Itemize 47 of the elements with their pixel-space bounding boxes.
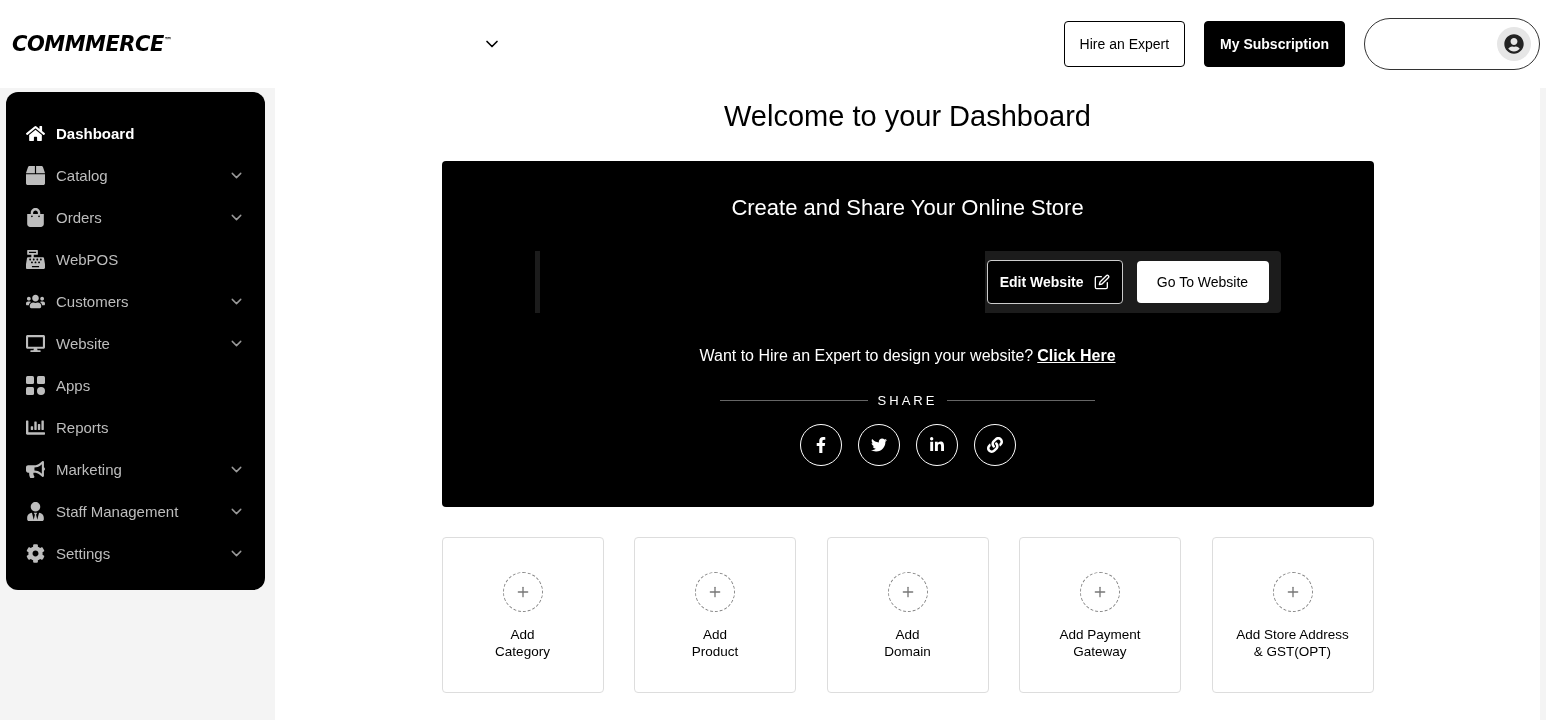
card-title: Create and Share Your Online Store [731, 195, 1084, 221]
quick-action-label: Add Product [691, 626, 739, 660]
megaphone-icon [26, 459, 45, 479]
sidebar-item[interactable]: Website [6, 322, 265, 364]
click-here-link[interactable]: Click Here [1037, 347, 1116, 365]
bag-icon [26, 207, 45, 227]
sidebar-item[interactable]: Apps [6, 364, 265, 406]
sidebar-item[interactable]: Reports [6, 406, 265, 448]
register-icon [26, 249, 45, 269]
person-icon [26, 501, 45, 521]
quick-action-card[interactable]: Add Domain [826, 537, 989, 693]
logo: COMMMERCE$^{™}$ [12, 32, 173, 56]
monitor-icon [26, 333, 45, 353]
twitter-icon [870, 437, 887, 453]
profile-button[interactable] [1364, 18, 1540, 70]
sidebar-item[interactable]: WebPOS [6, 238, 265, 280]
sidebar-item[interactable]: Staff Management [6, 490, 265, 532]
quick-action-label: Add Category [495, 626, 550, 660]
edit-website-button[interactable]: Edit Website [986, 260, 1123, 304]
quick-action-label: Add Domain [884, 626, 931, 660]
quick-action-card[interactable]: Add Product [634, 537, 796, 693]
sidebar-item[interactable]: Dashboard [6, 112, 265, 154]
settings-icon [26, 543, 45, 563]
linkedin-icon [928, 437, 945, 453]
quick-action-card[interactable]: Add Store Address & GST(OPT) [1211, 537, 1374, 693]
hire-text: Want to Hire an Expert to design your website? [699, 347, 1034, 365]
quick-action-card[interactable]: Add Payment Gateway [1019, 537, 1181, 693]
sidebar-item[interactable]: Customers [6, 280, 265, 322]
quick-action-card[interactable]: Add Category [441, 537, 604, 693]
page-title: Welcome to your Dashboard [724, 100, 1091, 133]
sidebar-item[interactable]: Settings [6, 532, 265, 574]
link-icon [986, 437, 1003, 453]
sidebar-item[interactable]: Marketing [6, 448, 265, 490]
sidebar-item[interactable]: Orders [6, 196, 265, 238]
quick-action-label: Add Payment Gateway [1059, 626, 1141, 660]
bar-chart-icon [26, 417, 45, 437]
quick-action-label: Add Store Address & GST(OPT) [1236, 626, 1349, 660]
sidebar-item[interactable]: Catalog [6, 154, 265, 196]
go-to-website-button[interactable]: Go To Website [1136, 261, 1269, 303]
edit-icon [1093, 274, 1110, 290]
subscription-button[interactable]: My Subscription [1204, 21, 1345, 67]
box-icon [26, 165, 45, 185]
avatar-icon [1497, 27, 1531, 61]
apps-grid-icon [26, 375, 45, 395]
home-icon [26, 123, 45, 143]
share-label: SHARE [877, 393, 938, 408]
hire-expert-button[interactable]: Hire an Expert [1063, 21, 1186, 67]
